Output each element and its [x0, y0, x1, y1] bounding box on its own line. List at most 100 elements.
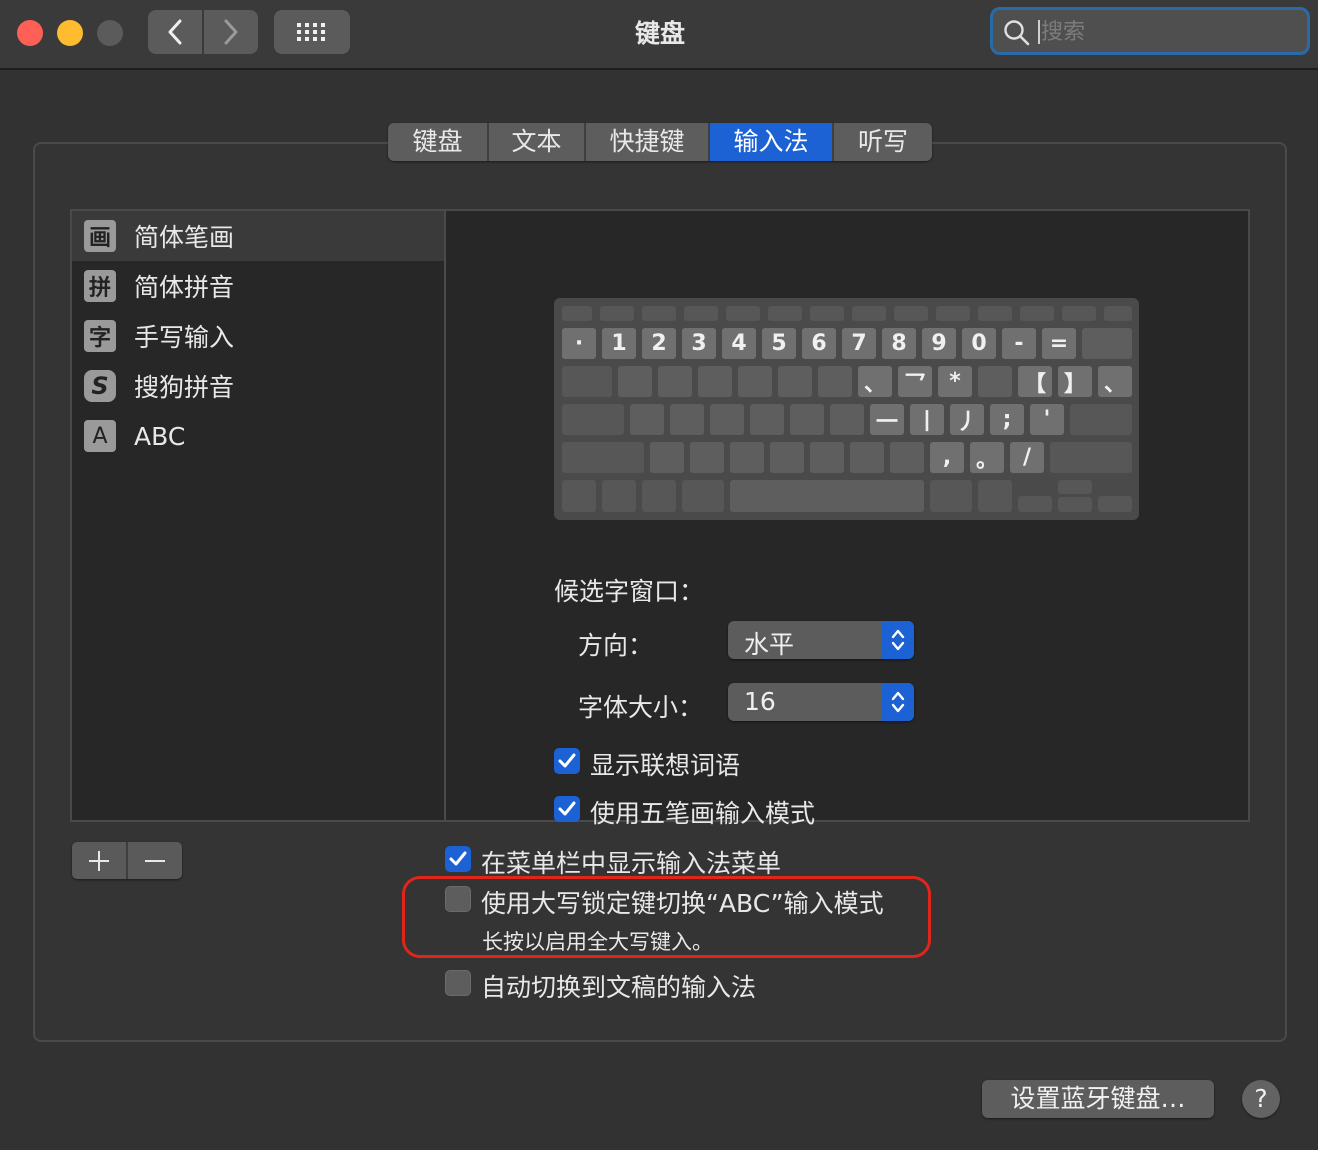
sogou-input-icon: S [84, 370, 116, 402]
keyboard-key [562, 404, 624, 435]
keyboard-key [600, 306, 634, 321]
zoom-window-button[interactable] [97, 20, 123, 46]
grid-icon [297, 23, 325, 41]
search-field[interactable] [990, 7, 1310, 55]
show-suggestions-label: 显示联想词语 [590, 751, 741, 780]
keyboard-key [936, 306, 970, 321]
show-suggestions-checkbox[interactable] [554, 748, 580, 774]
direction-popup[interactable]: 水平 [728, 621, 914, 659]
keyboard-key [1104, 306, 1132, 321]
keyboard-key [602, 480, 636, 512]
list-item-abc[interactable]: A ABC [72, 411, 444, 461]
title-bar: 键盘 [0, 0, 1318, 70]
updown-arrows-icon [882, 621, 914, 659]
setup-bluetooth-keyboard-button[interactable]: 设置蓝牙键盘… [982, 1080, 1214, 1118]
list-item-label: 手写输入 [134, 323, 235, 352]
window-title: 键盘 [634, 19, 685, 48]
list-item-label: ABC [134, 421, 186, 451]
direction-value: 水平 [744, 630, 795, 659]
keyboard-key: · [562, 328, 596, 359]
close-window-button[interactable] [17, 20, 43, 46]
remove-input-source-button[interactable] [128, 842, 182, 879]
wubi-mode-checkbox[interactable] [554, 796, 580, 822]
keyboard-key [1020, 306, 1054, 321]
keyboard-key [562, 480, 596, 512]
list-item-label: 搜狗拼音 [134, 373, 235, 402]
list-item-label: 简体笔画 [134, 223, 235, 252]
keyboard-key: ; [990, 404, 1024, 435]
tab-dictation[interactable]: 听写 [834, 123, 932, 161]
stroke-input-icon: 画 [84, 220, 116, 252]
keyboard-key [768, 306, 802, 321]
tab-shortcuts[interactable]: 快捷键 [586, 123, 710, 161]
list-item-handwriting[interactable]: 字 手写输入 [72, 311, 444, 361]
show-input-menu-checkbox[interactable] [445, 846, 471, 872]
tab-bar: 键盘 文本 快捷键 输入法 听写 [388, 123, 932, 161]
back-button[interactable] [148, 10, 204, 54]
keyboard-key [1058, 480, 1092, 494]
keyboard-key [642, 480, 676, 512]
updown-arrows-icon [882, 683, 914, 721]
keyboard-key [630, 404, 664, 435]
keyboard-key: 乛 [898, 366, 932, 397]
minimize-window-button[interactable] [57, 20, 83, 46]
keyboard-key [778, 366, 812, 397]
keyboard-key [1082, 328, 1132, 359]
keyboard-key [684, 306, 718, 321]
keyboard-key [894, 306, 928, 321]
input-source-list: 画 简体笔画 拼 简体拼音 字 手写输入 S 搜狗拼音 A ABC [70, 209, 446, 822]
keyboard-key: * [938, 366, 972, 397]
keyboard-key: 】 [1058, 366, 1092, 397]
keyboard-key: 1 [602, 328, 636, 359]
tab-input-sources[interactable]: 输入法 [710, 123, 834, 161]
keyboard-key [562, 366, 612, 397]
font-size-popup[interactable]: 16 [728, 683, 914, 721]
keyboard-layout-preview: · 1 2 3 4 5 6 7 8 9 0 - = 、 乛 * 【 】 、 一 … [554, 298, 1139, 520]
list-item-pinyin[interactable]: 拼 简体拼音 [72, 261, 444, 311]
list-item-sogou[interactable]: S 搜狗拼音 [72, 361, 444, 411]
keyboard-key [850, 442, 884, 473]
keyboard-key [682, 480, 724, 512]
keyboard-key: 、 [1098, 366, 1132, 397]
keyboard-key [618, 366, 652, 397]
direction-label: 方向： [578, 631, 654, 660]
checkmark-icon [449, 851, 467, 866]
tab-text[interactable]: 文本 [489, 123, 586, 161]
keyboard-key [730, 442, 764, 473]
search-input[interactable] [1039, 15, 1303, 49]
forward-button[interactable] [204, 10, 258, 54]
show-input-menu-label: 在菜单栏中显示输入法菜单 [481, 849, 782, 878]
keyboard-key [1062, 306, 1096, 321]
keyboard-key: 8 [882, 328, 916, 359]
keyboard-key [690, 442, 724, 473]
keyboard-key: 6 [802, 328, 836, 359]
search-icon [1004, 20, 1030, 46]
keyboard-key [810, 442, 844, 473]
keyboard-key: 4 [722, 328, 756, 359]
keyboard-key [710, 404, 744, 435]
keyboard-key: 【 [1018, 366, 1052, 397]
keyboard-key [818, 366, 852, 397]
keyboard-key: 、 [858, 366, 892, 397]
keyboard-key [1018, 496, 1052, 512]
tab-keyboard[interactable]: 键盘 [388, 123, 489, 161]
keyboard-key [1098, 496, 1132, 512]
auto-switch-label: 自动切换到文稿的输入法 [481, 973, 757, 1002]
space-key [730, 480, 924, 512]
chevron-right-icon [224, 19, 238, 45]
wubi-mode-label: 使用五笔画输入模式 [590, 799, 816, 828]
keyboard-key: 一 [870, 404, 904, 435]
keyboard-key [978, 366, 1012, 397]
list-item-stroke[interactable]: 画 简体笔画 [72, 211, 444, 261]
keyboard-key [670, 404, 704, 435]
keyboard-key [726, 306, 760, 321]
show-all-button[interactable] [274, 10, 350, 54]
help-button[interactable]: ? [1242, 1080, 1280, 1118]
add-input-source-button[interactable] [72, 842, 128, 879]
keyboard-key [1058, 497, 1092, 512]
minus-icon [145, 859, 165, 862]
chevron-left-icon [168, 19, 182, 45]
checkmark-icon [558, 753, 576, 768]
keyboard-key: 2 [642, 328, 676, 359]
auto-switch-checkbox[interactable] [445, 970, 471, 996]
